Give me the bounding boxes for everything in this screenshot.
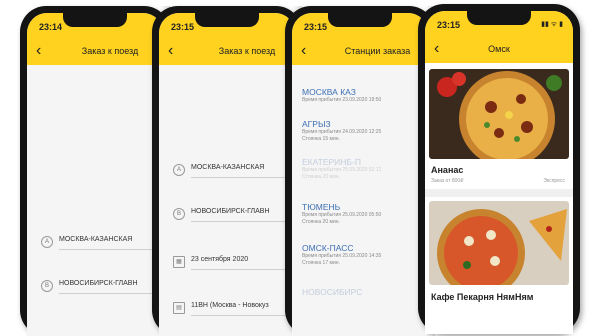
notch: [467, 11, 531, 25]
field-underline: [59, 293, 163, 294]
station-icon: B: [41, 280, 53, 292]
screen-content: A МОСКВА-КАЗАНСКАЯ B НОВОСИБИРСК-ГЛАВН: [27, 65, 163, 336]
station-name: ОМСК-ПАСС: [302, 243, 354, 253]
status-time: 23:14: [39, 22, 63, 32]
back-arrow-icon[interactable]: ‹: [36, 43, 41, 59]
phone-station-list: 23:15 ‹ Станции заказа МОСКВА КАЗ Время …: [285, 6, 435, 336]
notch: [63, 13, 127, 27]
back-arrow-icon[interactable]: ‹: [301, 43, 306, 59]
departure-station-field[interactable]: A МОСКВА-КАЗАНСКАЯ: [173, 161, 295, 181]
delivery-type: Экспресс: [543, 178, 565, 184]
arrival-station-field[interactable]: B НОВОСИБИРСК-ГЛАВН: [41, 277, 163, 297]
phone-screen: 23:15 ‹ Заказ к поезд A МОСКВА-КАЗАНСКАЯ…: [159, 13, 295, 336]
field-underline: [191, 177, 295, 178]
field-underline: [59, 249, 163, 250]
station-icon: B: [173, 208, 185, 220]
arrival-station-field[interactable]: B НОВОСИБИРСК-ГЛАВН: [173, 205, 295, 225]
station-stop: Стоянка 15 мин.: [302, 136, 340, 142]
screen-content: A МОСКВА-КАЗАНСКАЯ B НОВОСИБИРСК-ГЛАВН ▦…: [159, 65, 295, 336]
station-icon: A: [41, 236, 53, 248]
arrival-station-value: НОВОСИБИРСК-ГЛАВН: [191, 208, 270, 215]
station-arrival: Время прибытия 24.09.2020 12:25: [302, 129, 382, 135]
station-arrival: Время прибытия 23.09.2020 19:50: [302, 97, 382, 103]
train-icon: ▤: [173, 302, 185, 314]
status-time: 23:15: [304, 22, 328, 32]
arrival-station-value: НОВОСИБИРСК-ГЛАВН: [59, 280, 138, 287]
signal-battery-icon: ▮▮ ᯤ ▮: [541, 21, 563, 28]
station-item[interactable]: ОМСК-ПАСС Время прибытия 25.09.2020 14:3…: [302, 243, 424, 267]
card-divider: [425, 189, 573, 197]
field-underline: [191, 315, 295, 316]
field-underline: [191, 221, 295, 222]
restaurant-title: Ананас: [431, 165, 464, 175]
station-arrival: Время прибытия 25.09.2020 14:35: [302, 253, 382, 259]
train-value: 11ВН (Москва - Новокуз: [191, 302, 269, 309]
notch: [328, 13, 392, 27]
departure-station-value: МОСКВА-КАЗАНСКАЯ: [191, 164, 265, 171]
restaurant-list: Ананас Заказ от 800₽ Экспресс Кафе Пекар…: [425, 63, 573, 334]
app-header: 23:15 ‹ Заказ к поезд: [159, 13, 295, 65]
station-name: ТЮМЕНЬ: [302, 202, 341, 212]
phone-screen: 23:14 ‹ Заказ к поезд A МОСКВА-КАЗАНСКАЯ…: [27, 13, 163, 336]
station-list: МОСКВА КАЗ Время прибытия 23.09.2020 19:…: [292, 65, 428, 336]
station-item[interactable]: ТЮМЕНЬ Время прибытия 25.09.2020 05:50 С…: [302, 202, 424, 226]
status-time: 23:15: [437, 20, 461, 30]
date-value: 23 сентября 2020: [191, 256, 249, 263]
phone-screen: 23:15 ▮▮ ᯤ ▮ ‹ Омск Ананас Заказ от 800₽…: [425, 11, 573, 334]
date-field[interactable]: ▦ 23 сентября 2020: [173, 253, 295, 273]
screen-title: Заказ к поезд: [218, 46, 276, 56]
screen-title: Станции заказа: [344, 46, 411, 56]
station-item[interactable]: МОСКВА КАЗ Время прибытия 23.09.2020 19:…: [302, 87, 424, 104]
station-name: МОСКВА КАЗ: [302, 87, 356, 97]
restaurant-image[interactable]: [429, 201, 569, 285]
calendar-icon: ▦: [173, 256, 185, 268]
restaurant-subtitle: Заказ от 800₽: [431, 178, 464, 184]
station-item[interactable]: АГРЫЗ Время прибытия 24.09.2020 12:25 Ст…: [302, 119, 424, 143]
station-item[interactable]: НОВОСИБИРС: [302, 287, 424, 297]
notch: [195, 13, 259, 27]
pizza-image: [429, 69, 569, 159]
app-header: 23:14 ‹ Заказ к поезд: [27, 13, 163, 65]
screen-title: Заказ к поезд: [81, 46, 139, 56]
station-icon: A: [173, 164, 185, 176]
restaurant-image[interactable]: [429, 69, 569, 159]
station-arrival: Время прибытия 25.09.2020 02:12: [302, 167, 382, 173]
station-name: ЕКАТЕРИНБ-П: [302, 157, 361, 167]
status-time: 23:15: [171, 22, 195, 32]
station-stop: Стоянка 20 мин.: [302, 174, 340, 180]
app-header: 23:15 ‹ Станции заказа: [292, 13, 428, 65]
phone-restaurants: 23:15 ▮▮ ᯤ ▮ ‹ Омск Ананас Заказ от 800₽…: [418, 4, 580, 334]
pizza-image: [429, 201, 569, 285]
field-underline: [191, 269, 295, 270]
departure-station-value: МОСКВА-КАЗАНСКАЯ: [59, 236, 133, 243]
station-name: НОВОСИБИРС: [302, 287, 363, 297]
station-stop: Стоянка 20 мин.: [302, 219, 340, 225]
station-name: АГРЫЗ: [302, 119, 331, 129]
phone-order-form: 23:15 ‹ Заказ к поезд A МОСКВА-КАЗАНСКАЯ…: [152, 6, 302, 336]
station-stop: Стоянка 17 мин.: [302, 260, 340, 266]
station-item[interactable]: ЕКАТЕРИНБ-П Время прибытия 25.09.2020 02…: [302, 157, 424, 181]
station-arrival: Время прибытия 25.09.2020 05:50: [302, 212, 382, 218]
departure-station-field[interactable]: A МОСКВА-КАЗАНСКАЯ: [41, 233, 163, 253]
train-field[interactable]: ▤ 11ВН (Москва - Новокуз: [173, 299, 295, 319]
back-arrow-icon[interactable]: ‹: [168, 43, 173, 59]
phone-screen: 23:15 ‹ Станции заказа МОСКВА КАЗ Время …: [292, 13, 428, 336]
app-header: 23:15 ▮▮ ᯤ ▮ ‹ Омск: [425, 11, 573, 63]
restaurant-title: Кафе Пекарня НямНям: [431, 292, 534, 302]
screen-title: Омск: [488, 44, 510, 54]
phone-order-to-train: 23:14 ‹ Заказ к поезд A МОСКВА-КАЗАНСКАЯ…: [20, 6, 170, 336]
